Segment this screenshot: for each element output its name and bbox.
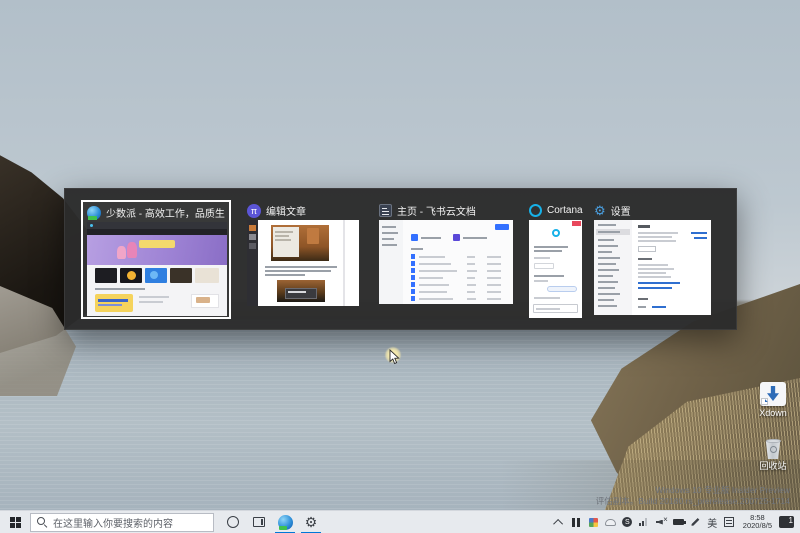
window-title-row: 主页 - 飞书云文档 bbox=[379, 203, 513, 218]
wireless-icon bbox=[639, 518, 649, 526]
alt-tab-item-sspai-browser[interactable]: 少数派 - 高效工作，品质生活 和另... bbox=[81, 200, 231, 319]
recycle-bin-icon bbox=[765, 438, 782, 459]
window-thumbnail bbox=[594, 220, 711, 315]
shortcut-badge-icon bbox=[761, 398, 768, 405]
desktop-icon-label: 回收站 bbox=[750, 461, 796, 471]
windows-logo-icon bbox=[10, 517, 21, 528]
insider-watermark: Windows 10 专业版 Insider Preview 评估副本。Buil… bbox=[596, 485, 790, 506]
taskbar-clock[interactable]: 8:58 2020/8/5 bbox=[738, 514, 777, 531]
watermark-line2: 评估副本。Build 20180.rs_prerelease.200725-17… bbox=[596, 496, 790, 507]
pi-editor-icon: π bbox=[247, 204, 261, 218]
xdown-app-icon bbox=[760, 382, 786, 406]
s-app-icon: S bbox=[622, 517, 632, 527]
volume-tray-icon[interactable] bbox=[653, 511, 670, 533]
ime-language-label: 美 bbox=[707, 515, 717, 530]
search-icon bbox=[37, 517, 47, 527]
taskbar-search-input[interactable]: 在这里输入你要搜索的内容 bbox=[30, 513, 214, 532]
desktop-icon-xdown[interactable]: Xdown bbox=[750, 382, 796, 418]
browser-taskbar-button[interactable] bbox=[272, 511, 298, 533]
download-arrow-icon bbox=[767, 386, 779, 401]
chevron-up-icon bbox=[553, 518, 563, 528]
messaging-app-tray-icon[interactable] bbox=[568, 511, 585, 533]
s-app-tray-icon[interactable]: S bbox=[619, 511, 636, 533]
battery-icon bbox=[673, 519, 684, 525]
settings-taskbar-button[interactable]: ⚙ bbox=[298, 511, 324, 533]
ime-mode-button[interactable] bbox=[721, 511, 738, 533]
cortana-icon bbox=[227, 516, 239, 528]
cortana-icon bbox=[529, 204, 542, 217]
feishu-docs-icon bbox=[379, 204, 392, 217]
clock-date: 2020/8/5 bbox=[743, 522, 772, 531]
busy-cursor bbox=[383, 345, 405, 369]
recycle-symbol bbox=[770, 446, 777, 453]
system-tray: S 美 8:58 2020/8/5 1 bbox=[551, 511, 800, 533]
ime-language-indicator[interactable]: 美 bbox=[704, 511, 721, 533]
pointer-arrow-icon bbox=[389, 349, 400, 365]
action-center-button[interactable]: 1 bbox=[779, 516, 794, 528]
task-view-button[interactable] bbox=[246, 511, 272, 533]
window-title-row: Cortana bbox=[529, 203, 583, 218]
battery-tray-icon[interactable] bbox=[670, 511, 687, 533]
alt-tab-item-settings[interactable]: ⚙ 设置 bbox=[594, 203, 712, 315]
cortana-taskbar-button[interactable] bbox=[220, 511, 246, 533]
window-thumbnail bbox=[87, 222, 227, 316]
window-title: 主页 - 飞书云文档 bbox=[397, 203, 476, 218]
search-placeholder: 在这里输入你要搜索的内容 bbox=[53, 515, 173, 530]
taskbar: 在这里输入你要搜索的内容 ⚙ S 美 8:58 2020/8/5 1 bbox=[0, 510, 800, 533]
window-title-row: ⚙ 设置 bbox=[594, 203, 712, 218]
photos-icon bbox=[589, 518, 598, 527]
start-button[interactable] bbox=[0, 511, 30, 533]
window-thumbnail bbox=[529, 220, 582, 318]
window-thumbnail bbox=[247, 220, 359, 306]
window-title-row: π 编辑文章 bbox=[247, 203, 359, 218]
alt-tab-switcher: 少数派 - 高效工作，品质生活 和另... bbox=[64, 188, 737, 330]
recycle-bin-lid bbox=[766, 439, 781, 443]
wireless-tray-icon[interactable] bbox=[636, 511, 653, 533]
pen-icon bbox=[691, 518, 700, 527]
hidden-icons-chevron[interactable] bbox=[551, 511, 568, 533]
notification-badge: 1 bbox=[789, 516, 793, 525]
alt-tab-item-cortana[interactable]: Cortana bbox=[529, 203, 583, 318]
settings-gear-icon: ⚙ bbox=[594, 204, 606, 217]
desktop-icon-label: Xdown bbox=[750, 408, 796, 418]
cloud-tray-icon[interactable] bbox=[602, 511, 619, 533]
browser-icon bbox=[87, 206, 101, 220]
settings-gear-icon: ⚙ bbox=[305, 515, 318, 529]
window-thumbnail bbox=[379, 220, 513, 304]
messaging-app-icon bbox=[572, 518, 580, 527]
alt-tab-item-editor[interactable]: π 编辑文章 bbox=[247, 203, 359, 306]
photos-tray-icon[interactable] bbox=[585, 511, 602, 533]
cloud-icon bbox=[605, 519, 616, 526]
task-view-icon bbox=[253, 517, 265, 527]
window-title: 编辑文章 bbox=[266, 203, 306, 218]
pen-tray-icon[interactable] bbox=[687, 511, 704, 533]
window-title: 设置 bbox=[611, 203, 631, 218]
watermark-line1: Windows 10 专业版 Insider Preview bbox=[596, 485, 790, 496]
ime-mode-icon bbox=[724, 517, 734, 527]
window-title: Cortana bbox=[547, 205, 583, 216]
volume-muted-icon bbox=[656, 518, 667, 527]
alt-tab-item-feishu-docs[interactable]: 主页 - 飞书云文档 bbox=[379, 203, 513, 304]
window-title-row: 少数派 - 高效工作，品质生活 和另... bbox=[87, 205, 225, 220]
window-title: 少数派 - 高效工作，品质生活 和另... bbox=[106, 205, 225, 220]
browser-icon bbox=[278, 515, 293, 530]
desktop-icon-recycle-bin[interactable]: 回收站 bbox=[750, 438, 796, 471]
